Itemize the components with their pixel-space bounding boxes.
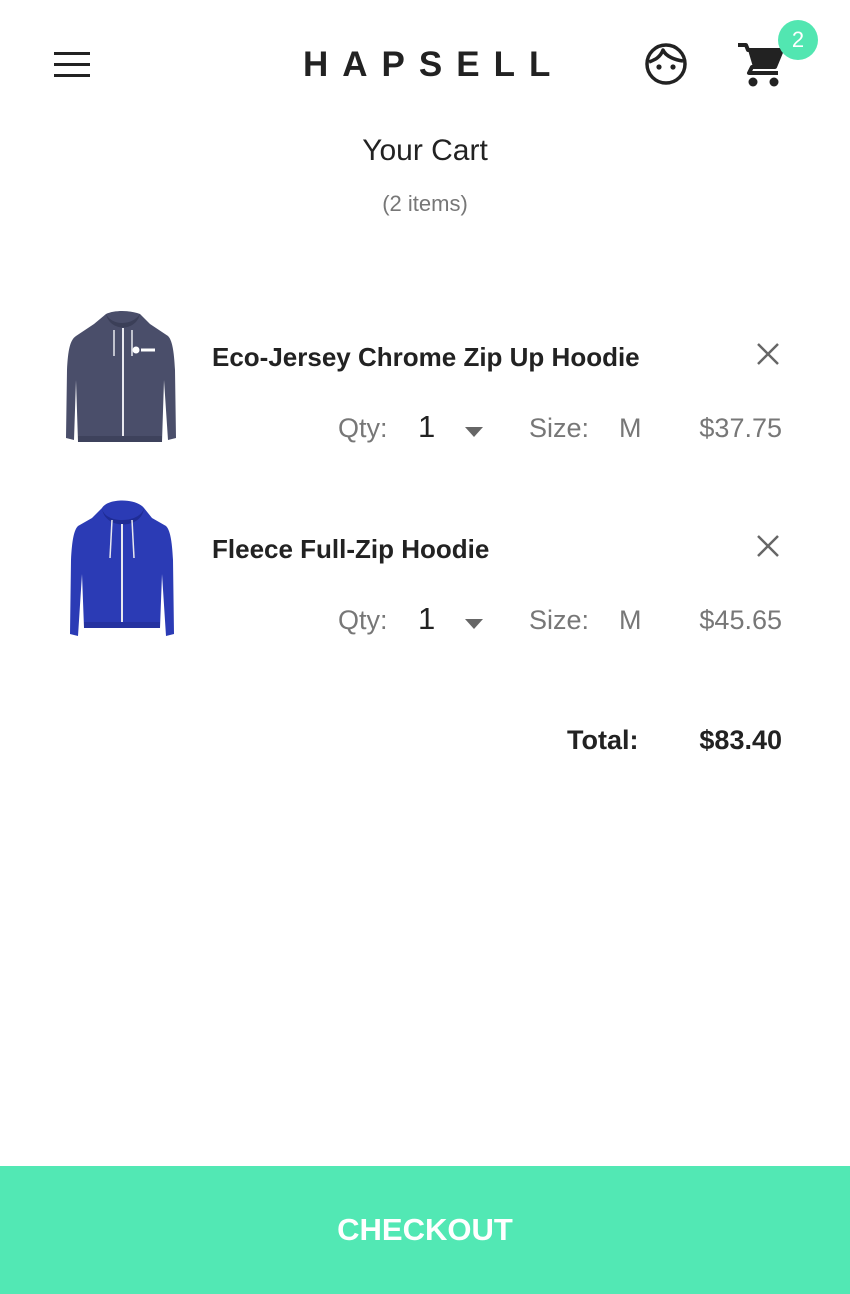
product-image-charcoal-hoodie[interactable] bbox=[64, 310, 180, 448]
item-name[interactable]: Fleece Full-Zip Hoodie bbox=[212, 533, 489, 565]
size-value: M bbox=[619, 413, 642, 443]
product-image-blue-hoodie[interactable] bbox=[64, 500, 180, 638]
remove-item-close-icon[interactable] bbox=[754, 340, 782, 368]
remove-item-close-icon[interactable] bbox=[754, 532, 782, 560]
hamburger-menu-icon[interactable] bbox=[54, 52, 90, 78]
qty-value[interactable]: 1 bbox=[418, 603, 435, 635]
item-price: $45.65 bbox=[699, 605, 782, 635]
cart-item-count: (2 items) bbox=[382, 191, 468, 216]
size-value: M bbox=[619, 605, 642, 635]
cart-item: Eco-Jersey Chrome Zip Up Hoodie Qty: 1 S… bbox=[0, 306, 850, 456]
qty-label: Qty: bbox=[338, 413, 388, 443]
brand-logo[interactable]: HAPSELL bbox=[303, 44, 550, 86]
qty-value[interactable]: 1 bbox=[418, 411, 435, 443]
cart-page: HAPSELL 2 Your Cart (2 items) Eco-Jersey… bbox=[0, 0, 850, 1294]
total-value: $83.40 bbox=[699, 725, 782, 755]
item-price: $37.75 bbox=[699, 413, 782, 443]
size-label: Size: bbox=[529, 413, 590, 443]
qty-label: Qty: bbox=[338, 605, 388, 635]
page-title: Your Cart bbox=[362, 134, 488, 167]
checkout-button[interactable]: CHECKOUT bbox=[0, 1166, 850, 1294]
total-label: Total: bbox=[567, 725, 639, 755]
size-label: Size: bbox=[529, 605, 590, 635]
cart-item: Fleece Full-Zip Hoodie Qty: 1 Size: M $4… bbox=[0, 498, 850, 648]
cart-count-badge[interactable]: 2 bbox=[778, 20, 818, 60]
shopping-cart-icon[interactable] bbox=[736, 42, 784, 88]
qty-dropdown-arrow-icon[interactable] bbox=[465, 424, 483, 437]
item-name[interactable]: Eco-Jersey Chrome Zip Up Hoodie bbox=[212, 341, 640, 373]
qty-dropdown-arrow-icon[interactable] bbox=[465, 616, 483, 629]
account-face-icon[interactable] bbox=[644, 42, 688, 86]
